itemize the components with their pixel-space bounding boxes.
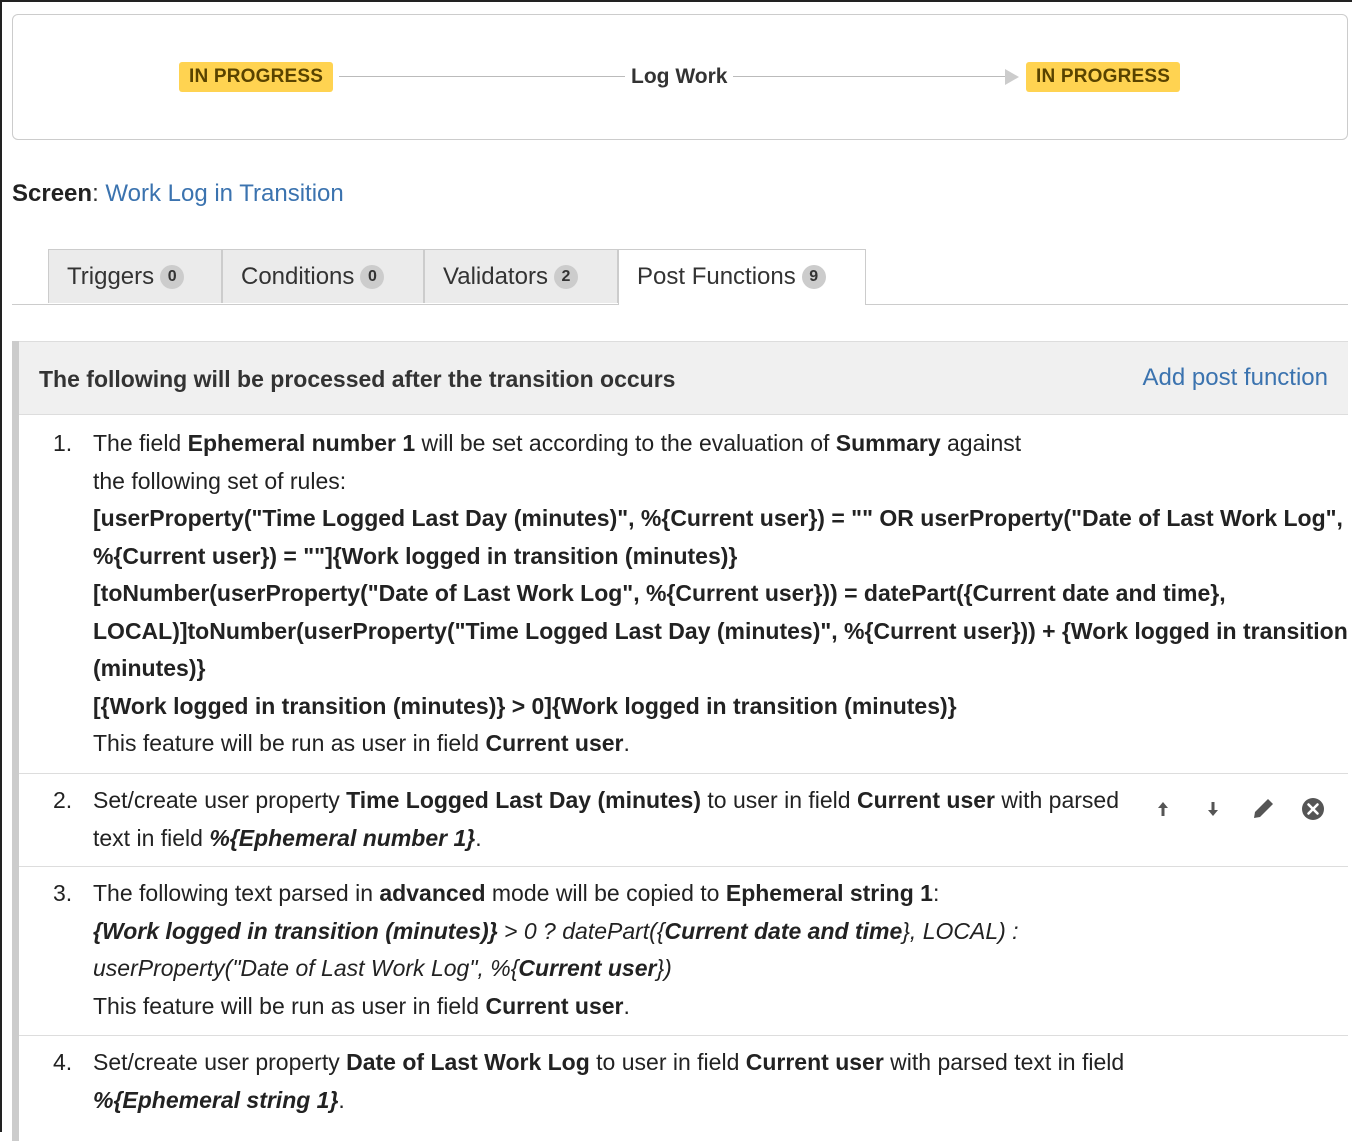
from-status-lozenge: IN PROGRESS	[179, 62, 334, 92]
item-number: 1.	[53, 430, 73, 456]
transition-diagram: IN PROGRESS Log Work IN PROGRESS	[12, 14, 1348, 140]
tab-validators[interactable]: Validators 2	[424, 249, 618, 303]
item-number: 4.	[53, 1049, 73, 1075]
tab-post-functions[interactable]: Post Functions 9	[618, 249, 866, 305]
tab-count: 9	[801, 265, 826, 289]
tab-label: Triggers	[67, 263, 155, 290]
item-text: The field Ephemeral number 1 will be set…	[93, 430, 1348, 756]
tab-count: 0	[160, 265, 185, 289]
arrow-up-icon[interactable]	[1150, 796, 1176, 822]
list-item: 3. The following text parsed in advanced…	[19, 875, 1348, 1036]
tab-count: 2	[553, 265, 578, 289]
item-text: Set/create user property Date of Last Wo…	[93, 1049, 1125, 1113]
list-item: 1. The field Ephemeral number 1 will be …	[19, 425, 1348, 774]
screen-label: Screen	[12, 180, 93, 207]
tab-triggers[interactable]: Triggers 0	[48, 249, 222, 303]
transition-name: Log Work	[625, 65, 734, 89]
panel-title: The following will be processed after th…	[39, 366, 676, 392]
tab-label: Validators	[443, 263, 548, 290]
tab-label: Post Functions	[637, 263, 796, 290]
item-number: 3.	[53, 880, 73, 906]
item-text: The following text parsed in advanced mo…	[93, 880, 1019, 1019]
item-text: Set/create user property Time Logged Las…	[93, 787, 1120, 851]
tab-conditions[interactable]: Conditions 0	[222, 249, 424, 303]
to-status-lozenge: IN PROGRESS	[1026, 62, 1181, 92]
arrow-down-icon[interactable]	[1200, 796, 1226, 822]
tab-bar: Triggers 0 Conditions 0 Validators 2 Post F…	[12, 249, 1348, 305]
item-number: 2.	[53, 787, 73, 813]
post-functions-panel: The following will be processed after th…	[12, 341, 1348, 1141]
item-actions	[1150, 796, 1326, 822]
close-circle-icon[interactable]	[1300, 796, 1326, 822]
screen-info: Screen: Work Log in Transition	[12, 180, 344, 207]
list-item: 4. Set/create user property Date of Last…	[19, 1044, 1348, 1134]
tab-count: 0	[360, 265, 385, 289]
pencil-icon[interactable]	[1250, 796, 1276, 822]
add-post-function-link[interactable]: Add post function	[1143, 364, 1328, 392]
arrow-head-icon	[1005, 69, 1019, 85]
panel-header: The following will be processed after th…	[19, 341, 1348, 415]
tab-label: Conditions	[241, 263, 355, 290]
list-item: 2. Set/create user property Time Logged …	[19, 782, 1348, 867]
screen-link[interactable]: Work Log in Transition	[105, 180, 343, 207]
